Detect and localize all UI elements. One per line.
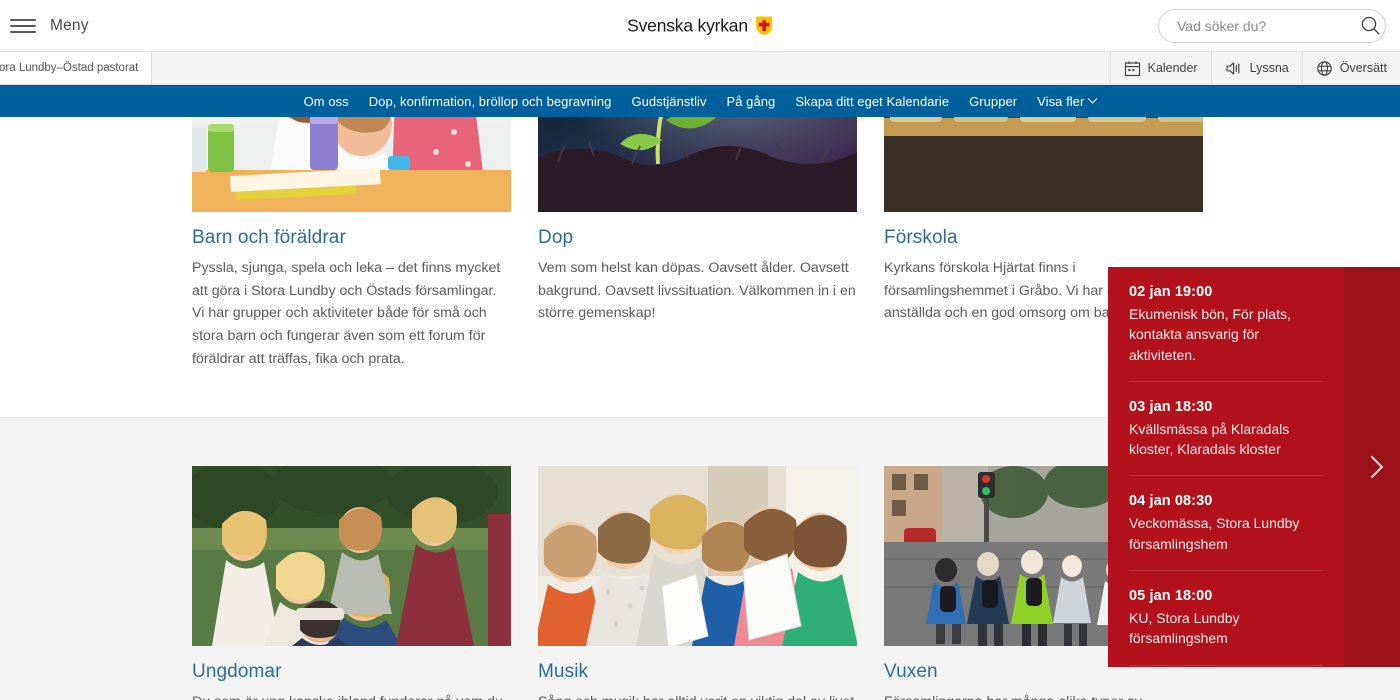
card-text: Vem som helst kan döpas. Oavsett ålder. … bbox=[538, 260, 856, 322]
nav-label: Dop, konfirmation, bröllop och begravnin… bbox=[368, 93, 612, 109]
card-ungdomar[interactable]: Ungdomar Du som är ung kanske ibland fun… bbox=[192, 465, 511, 700]
calendar-event-item[interactable]: 05 jan 18:00 KU, Stora Lundby församling… bbox=[1129, 571, 1323, 666]
breadcrumb-site-tab[interactable]: ora Lundby–Östad pastorat bbox=[0, 52, 153, 84]
site-header: Meny Svenska kyrkan bbox=[0, 0, 1400, 52]
utility-kalender[interactable]: Kalender bbox=[1109, 52, 1211, 84]
calendar-flyout-panel: 02 jan 19:00 Ekumenisk bön, För plats, k… bbox=[1108, 267, 1400, 667]
utility-oversatt-label: Översätt bbox=[1339, 61, 1387, 75]
card-title[interactable]: Barn och föräldrar bbox=[192, 227, 511, 249]
menu-toggle-button[interactable]: Meny bbox=[0, 17, 89, 35]
card-text: Du som är ung kanske ibland funderar på … bbox=[192, 691, 511, 700]
card-text: Sång och musik har alltid varit en vikti… bbox=[538, 691, 857, 700]
utility-links: Kalender Lyssna Översätt bbox=[1109, 52, 1400, 84]
calendar-event-date: 03 jan 18:30 bbox=[1129, 398, 1213, 415]
main-navigation: Om oss Dop, konfirmation, bröllop och be… bbox=[0, 85, 1400, 117]
utility-lyssna-label: Lyssna bbox=[1249, 61, 1289, 75]
utility-lyssna[interactable]: Lyssna bbox=[1210, 52, 1302, 84]
calendar-next-button[interactable] bbox=[1344, 267, 1400, 667]
nav-item-grupper[interactable]: Grupper bbox=[959, 94, 1027, 109]
card-musik[interactable]: Musik Sång och musik har alltid varit en… bbox=[538, 465, 857, 700]
nav-item-skapa-kalendarie[interactable]: Skapa ditt eget Kalendarie bbox=[785, 94, 959, 109]
utility-kalender-label: Kalender bbox=[1147, 61, 1198, 75]
calendar-event-date: 02 jan 19:00 bbox=[1129, 284, 1213, 300]
nav-label: Visa fler bbox=[1037, 93, 1085, 109]
calendar-event-desc: KU, Stora Lundby församlingshem bbox=[1129, 610, 1240, 647]
calendar-portal-link[interactable]: Gå till kalenderportalen bbox=[1129, 666, 1323, 667]
calendar-event-desc: Veckomässa, Stora Lundby församlingshem bbox=[1129, 515, 1300, 552]
card-title[interactable]: Ungdomar bbox=[192, 661, 511, 683]
sub-toolbar: ora Lundby–Östad pastorat Kalender Lyssn… bbox=[0, 52, 1400, 85]
nav-item-om-oss[interactable]: Om oss bbox=[294, 94, 359, 109]
card-title[interactable]: Dop bbox=[538, 227, 857, 249]
page-content: Barn och föräldrar Pyssla, sjunga, spela… bbox=[0, 117, 1400, 700]
calendar-event-desc: Kvällsmässa på Klaradals kloster, Klarad… bbox=[1129, 420, 1290, 458]
nav-label: Grupper bbox=[969, 93, 1018, 109]
children-crafting-photo bbox=[192, 117, 511, 212]
youth-group-outdoors-photo bbox=[192, 465, 511, 646]
brand-text: Svenska kyrkan bbox=[627, 15, 748, 35]
calendar-event-list: 02 jan 19:00 Ekumenisk bön, För plats, k… bbox=[1108, 267, 1344, 667]
nav-item-pa-gang[interactable]: På gång bbox=[717, 94, 786, 109]
speaker-icon bbox=[1225, 60, 1243, 77]
hamburger-icon bbox=[10, 18, 36, 33]
search-input[interactable] bbox=[1177, 17, 1358, 34]
nav-item-dop-konfirmation[interactable]: Dop, konfirmation, bröllop och begravnin… bbox=[359, 94, 622, 109]
card-title[interactable]: Förskola bbox=[884, 227, 1203, 249]
nav-label: Skapa ditt eget Kalendarie bbox=[795, 93, 950, 109]
sprout-in-soil-photo bbox=[538, 117, 857, 212]
shield-cross-icon bbox=[755, 16, 773, 36]
card-dop[interactable]: Dop Vem som helst kan döpas. Oavsett åld… bbox=[538, 117, 857, 371]
search-box[interactable] bbox=[1158, 8, 1386, 43]
calendar-event-date: 05 jan 18:00 bbox=[1129, 588, 1213, 605]
calendar-event-desc: Ekumenisk bön, För plats, kontakta ansva… bbox=[1129, 306, 1291, 363]
labelled-jars-photo: RIAM LECNOR bbox=[884, 117, 1203, 212]
calendar-event-date: 04 jan 08:30 bbox=[1129, 493, 1213, 510]
calendar-event-item[interactable]: 04 jan 08:30 Veckomässa, Stora Lundby fö… bbox=[1129, 476, 1323, 572]
chevron-down-icon bbox=[1087, 93, 1098, 104]
calendar-event-item[interactable]: 03 jan 18:30 Kvällsmässa på Klaradals kl… bbox=[1129, 382, 1323, 477]
utility-oversatt[interactable]: Översätt bbox=[1301, 52, 1400, 84]
calendar-event-item[interactable]: 02 jan 19:00 Ekumenisk bön, För plats, k… bbox=[1129, 267, 1323, 382]
calendar-icon bbox=[1124, 60, 1141, 77]
search-icon[interactable] bbox=[1358, 13, 1383, 38]
chevron-right-icon bbox=[1360, 455, 1384, 479]
card-title[interactable]: Musik bbox=[538, 661, 857, 683]
nav-item-visa-fler[interactable]: Visa fler bbox=[1027, 93, 1106, 109]
globe-icon bbox=[1316, 60, 1333, 77]
nav-label: Gudstjänstliv bbox=[631, 93, 707, 109]
nav-label: Om oss bbox=[303, 93, 349, 109]
site-logo[interactable]: Svenska kyrkan bbox=[627, 15, 773, 36]
nav-label: På gång bbox=[726, 93, 776, 109]
childrens-choir-photo bbox=[538, 465, 857, 646]
nav-item-gudstjanstliv[interactable]: Gudstjänstliv bbox=[621, 94, 716, 109]
menu-label: Meny bbox=[50, 16, 89, 34]
card-text: Församlingarna har många olika typer av … bbox=[884, 691, 1203, 700]
card-text: Pyssla, sjunga, spela och leka – det fin… bbox=[192, 260, 501, 367]
card-barn-och-foraldrar[interactable]: Barn och föräldrar Pyssla, sjunga, spela… bbox=[192, 117, 511, 371]
